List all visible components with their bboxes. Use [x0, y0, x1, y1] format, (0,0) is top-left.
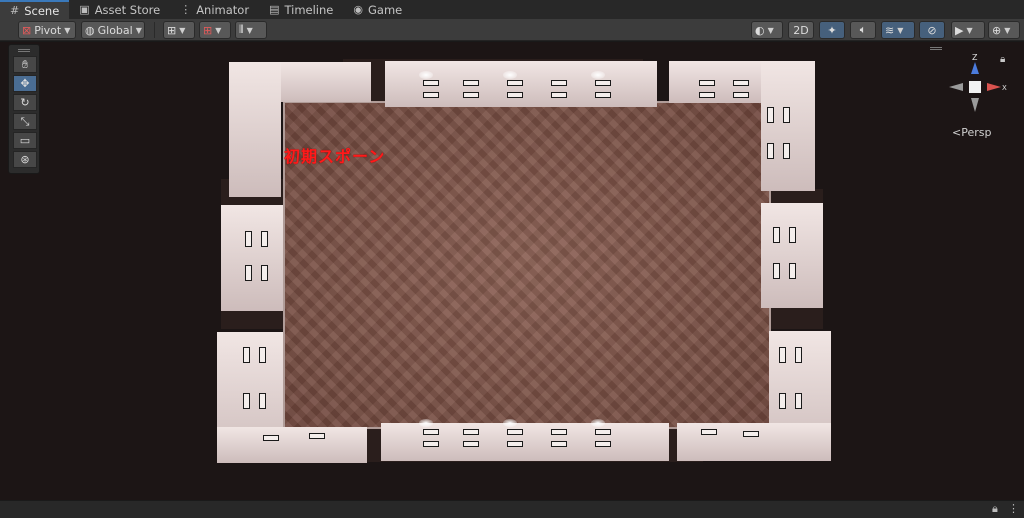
room-model — [213, 59, 831, 463]
tab-timeline-label: Timeline — [284, 2, 334, 17]
move-arrows-icon: ✥ — [20, 77, 30, 90]
align-icon: ⫴ — [239, 23, 244, 36]
toolbar-divider — [154, 22, 155, 38]
chevron-down-icon: ▼ — [179, 25, 186, 35]
gizmo-crosshair-icon: ⊕ — [992, 23, 1002, 37]
store-icon: ▣ — [79, 3, 90, 16]
scale-tool-button[interactable]: ⤡ — [13, 113, 37, 130]
chevron-down-icon: ▼ — [64, 25, 71, 35]
pivot-label: Pivot — [34, 23, 62, 37]
tool-palette: ✋︎ ✥ ↻ ⤡ ▭ ⊛ — [8, 44, 40, 174]
tab-asset-store[interactable]: ▣ Asset Store — [69, 0, 170, 19]
shading-sphere-icon: ◐ — [755, 23, 765, 37]
gizmo-center-cube[interactable] — [969, 81, 981, 93]
chevron-down-icon: ▼ — [135, 25, 142, 35]
audio-toggle[interactable]: 🔈︎ — [850, 21, 876, 39]
orientation-gizmo[interactable]: Z X — [945, 52, 1009, 122]
pivot-dropdown[interactable]: ⊠ Pivot ▼ — [18, 21, 76, 39]
lightbulb-icon: ✦ — [827, 23, 837, 37]
tab-game[interactable]: ◉ Game — [343, 0, 412, 19]
grid-snap-button[interactable]: ⊞ ▼ — [163, 21, 195, 39]
chevron-down-icon: ▼ — [966, 25, 973, 35]
global-dropdown[interactable]: ◍ Global ▼ — [81, 21, 145, 39]
draw-mode-dropdown[interactable]: ◐ ▼ — [751, 21, 783, 39]
tab-animator-label: Animator — [196, 2, 250, 17]
rect-icon: ▭ — [19, 134, 31, 147]
grid-snap-icon: ⊞ — [167, 23, 177, 37]
tab-scene-label: Scene — [24, 3, 60, 18]
tab-bar: # Scene ▣ Asset Store ⋮ Animator ▤ Timel… — [0, 0, 1024, 19]
move-tool-button[interactable]: ✥ — [13, 75, 37, 92]
gizmo-neg-z-cone[interactable] — [971, 98, 979, 112]
chevron-down-icon: ▼ — [215, 25, 222, 35]
camera-icon: ▶ — [955, 23, 964, 37]
speaker-icon: 🔈︎ — [859, 23, 867, 36]
tab-asset-store-label: Asset Store — [94, 2, 161, 17]
tab-timeline[interactable]: ▤ Timeline — [259, 0, 343, 19]
transform-tool-button[interactable]: ⊛ — [13, 151, 37, 168]
camera-dropdown[interactable]: ▶ ▼ — [951, 21, 985, 39]
effects-dropdown[interactable]: ≋ ▼ — [881, 21, 915, 39]
lighting-toggle[interactable]: ✦ — [819, 21, 845, 39]
chevron-left-icon: < — [952, 126, 962, 139]
scale-icon: ⤡ — [20, 114, 30, 128]
rotate-tool-button[interactable]: ↻ — [13, 94, 37, 111]
gizmo-neg-x-cone[interactable] — [949, 83, 963, 91]
gizmo-z-label: Z — [972, 53, 978, 62]
animator-icon: ⋮ — [180, 3, 192, 16]
pivot-icon: ⊠ — [22, 23, 32, 37]
toggle-2d-label: 2D — [793, 23, 809, 37]
chevron-down-icon: ▼ — [897, 25, 904, 35]
gizmo-grip[interactable] — [930, 47, 942, 50]
hand-tool-button[interactable]: ✋︎ — [13, 56, 37, 73]
grid-icon: # — [10, 4, 20, 17]
globe-icon: ◍ — [85, 23, 95, 37]
gizmo-z-cone[interactable] — [971, 62, 979, 74]
status-bar: 🔒︎ ⋮ — [0, 500, 1024, 518]
hand-icon: ✋︎ — [21, 57, 29, 71]
gizmo-x-cone[interactable] — [987, 83, 1001, 91]
chevron-down-icon: ▼ — [1004, 25, 1011, 35]
effects-layers-icon: ≋ — [885, 23, 895, 37]
chevron-down-icon: ▼ — [246, 25, 253, 35]
global-label: Global — [97, 23, 133, 37]
tab-animator[interactable]: ⋮ Animator — [170, 0, 259, 19]
gizmo-x-label: X — [1002, 84, 1007, 92]
more-options-icon[interactable]: ⋮ — [1008, 502, 1019, 515]
tab-scene[interactable]: # Scene — [0, 0, 70, 19]
increment-snap-button[interactable]: ⊞ ▼ — [199, 21, 231, 39]
toggle-2d-button[interactable]: 2D — [788, 21, 814, 39]
rotate-icon: ↻ — [20, 96, 30, 109]
lock-icon[interactable]: 🔒︎ — [992, 502, 998, 516]
projection-toggle[interactable]: <Persp — [952, 126, 991, 139]
align-snap-button[interactable]: ⫴ ▼ — [235, 21, 267, 39]
timeline-icon: ▤ — [269, 3, 280, 16]
scene-toolbar: ⊠ Pivot ▼ ◍ Global ▼ ⊞ ▼ ⊞ ▼ ⫴ ▼ ◐ ▼ 2D … — [0, 19, 1024, 41]
projection-label: Persp — [961, 126, 992, 139]
gamepad-icon: ◉ — [353, 3, 363, 16]
transform-icon: ⊛ — [20, 153, 30, 166]
eye-slash-icon: ⊘ — [927, 23, 937, 37]
palette-grip[interactable] — [18, 49, 30, 52]
tab-game-label: Game — [367, 2, 403, 17]
increment-snap-icon: ⊞ — [203, 23, 213, 37]
chevron-down-icon: ▼ — [767, 25, 774, 35]
rect-tool-button[interactable]: ▭ — [13, 132, 37, 149]
hidden-objects-toggle[interactable]: ⊘ — [919, 21, 945, 39]
gizmos-dropdown[interactable]: ⊕ ▼ — [988, 21, 1020, 39]
spawn-point-label: 初期スポーン — [284, 147, 386, 166]
